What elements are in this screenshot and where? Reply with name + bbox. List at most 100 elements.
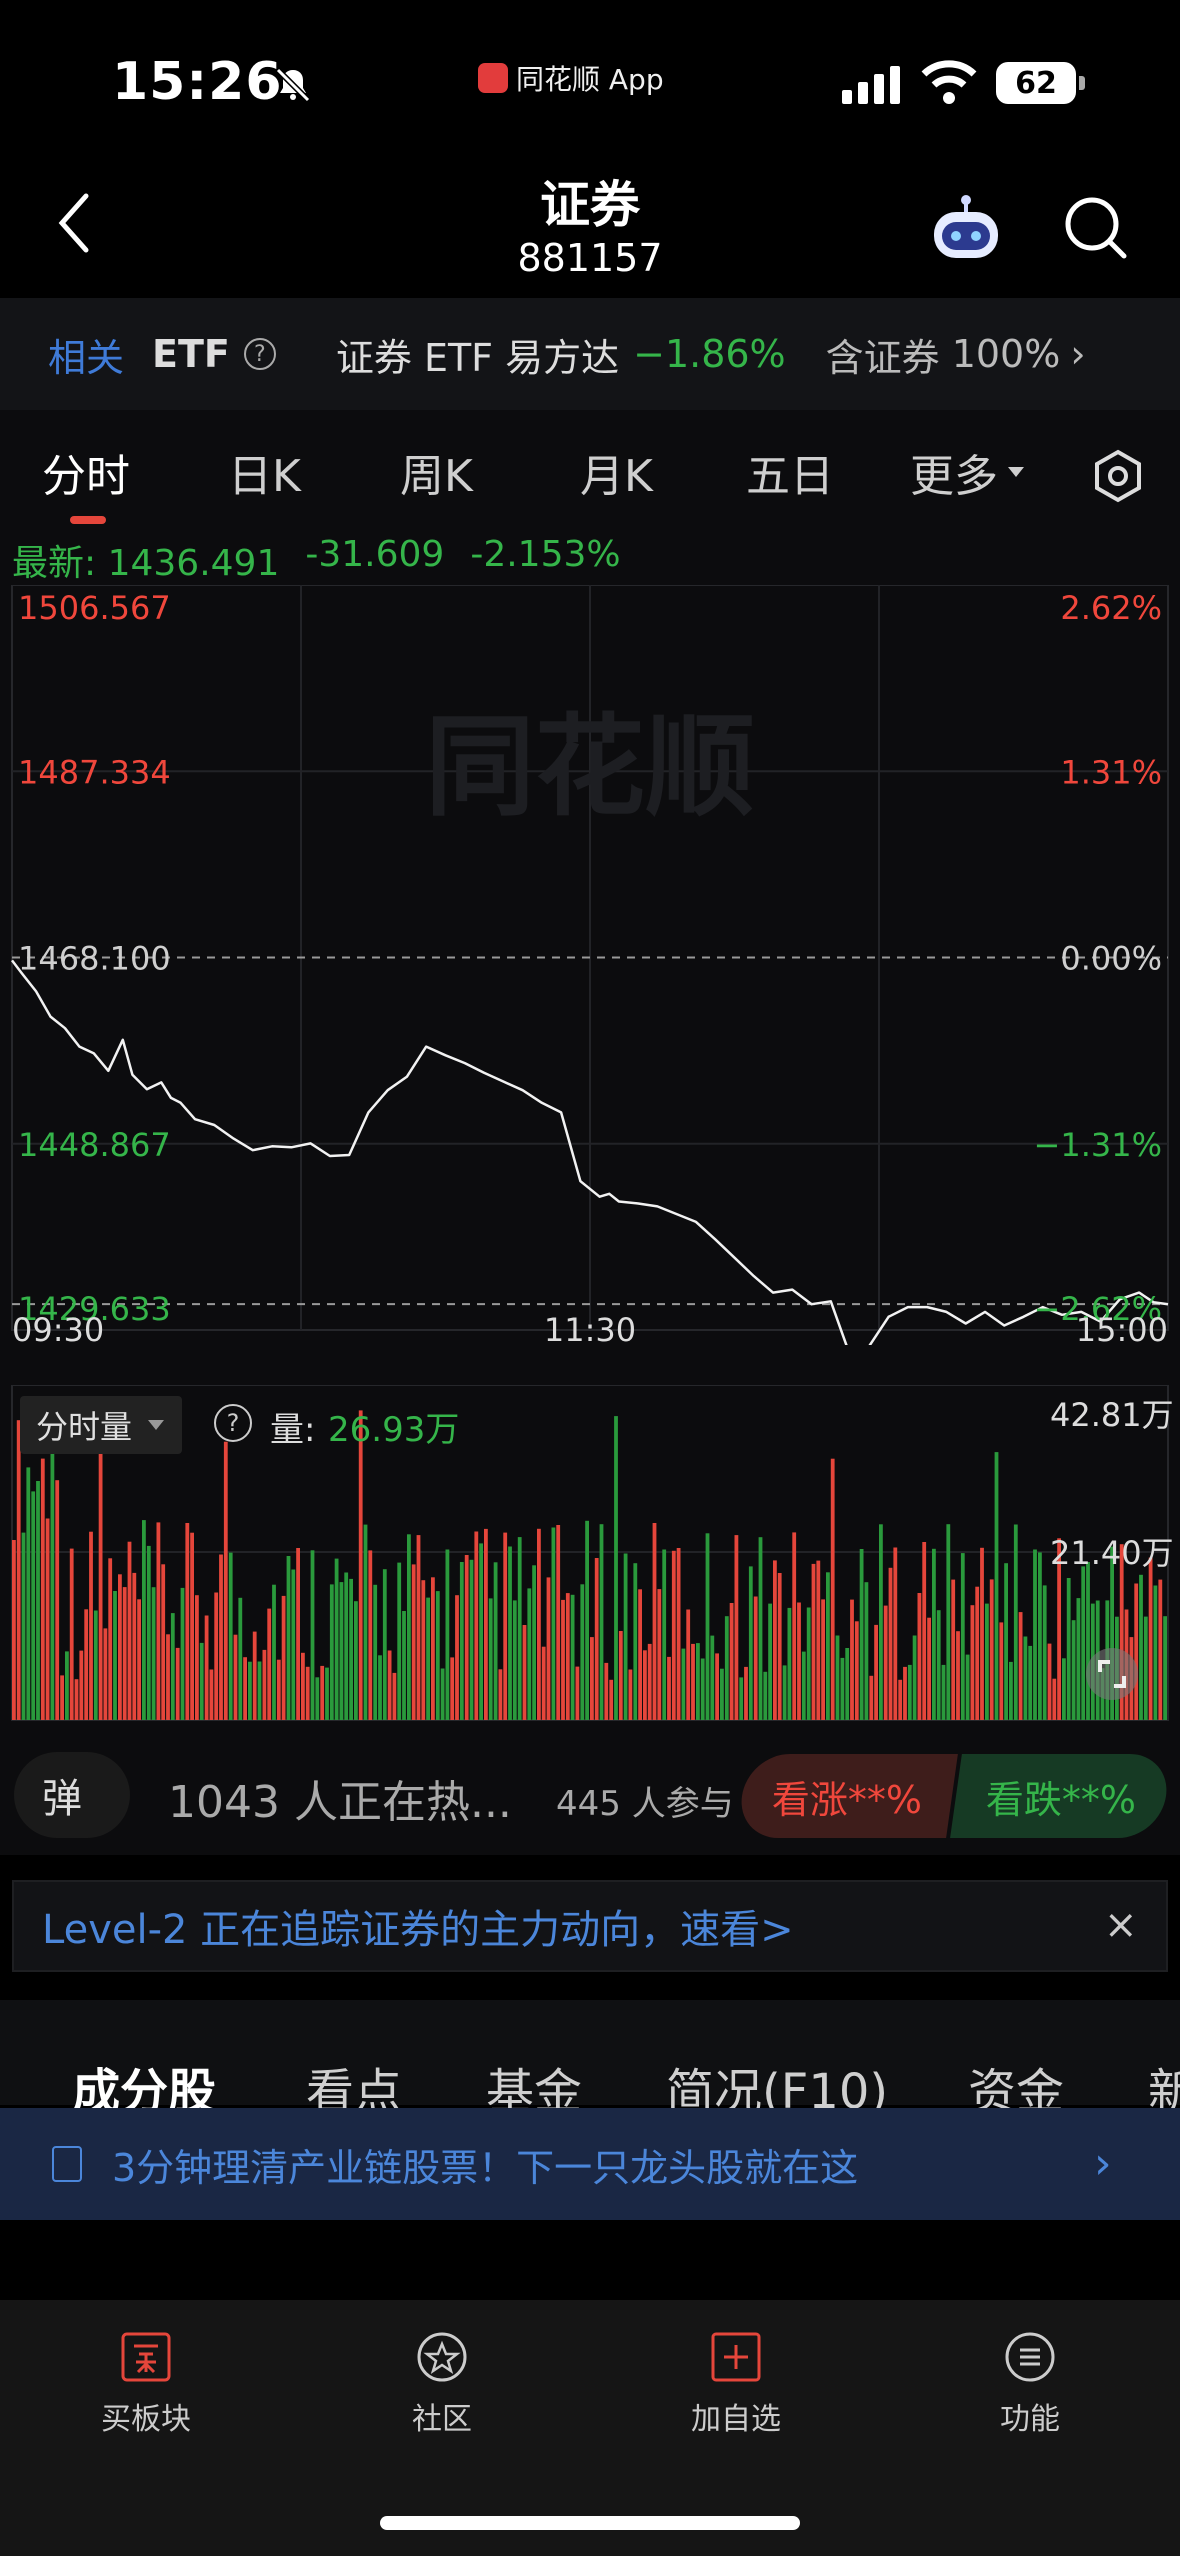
volume-bar <box>859 1549 864 1720</box>
volume-bar <box>127 1541 132 1720</box>
volume-value: 26.93万 <box>328 1410 460 1450</box>
level2-text: Level-2 正在追踪证券的主力动向，速看> <box>42 1907 794 1953</box>
industry-chain-banner[interactable]: 3分钟理清产业链股票！下一只龙头股就在这 <box>0 2108 1180 2220</box>
latest-label: 最新: <box>12 543 97 584</box>
community-button[interactable]: 社区 <box>372 2330 512 2438</box>
volume-bar <box>826 1572 830 1720</box>
danmu-toggle-button[interactable]: 弹 <box>14 1752 130 1838</box>
volume-bar <box>1018 1612 1023 1720</box>
level2-promo[interactable]: Level-2 正在追踪证券的主力动向，速看> <box>12 1880 1168 1972</box>
volume-bar <box>835 1635 840 1720</box>
related-etf-bar[interactable]: 相关 ETF ? 证券 ETF 易方达 −1.86% 含证券 100% › <box>0 298 1180 410</box>
volume-bar <box>1052 1678 1057 1720</box>
chevron-right-icon: › <box>1094 2138 1112 2189</box>
volume-bar <box>339 1582 344 1720</box>
volume-bar <box>517 1537 522 1720</box>
volume-bar <box>1134 1583 1139 1720</box>
volume-bar <box>435 1591 440 1720</box>
tab-daily-k[interactable]: 日K <box>228 440 301 504</box>
volume-bar <box>50 1452 55 1720</box>
buy-sector-button[interactable]: 买板块 <box>76 2330 216 2438</box>
volume-bar <box>936 1610 941 1720</box>
volume-bar <box>927 1617 931 1720</box>
volume-bar <box>373 1584 378 1720</box>
volume-bar <box>551 1527 556 1720</box>
volume-bar <box>777 1573 782 1720</box>
volume-bar <box>570 1594 575 1720</box>
volume-bar <box>941 1664 946 1720</box>
add-watchlist-button[interactable]: 加自选 <box>666 2330 806 2438</box>
volume-bar <box>604 1662 609 1720</box>
volume-bar <box>758 1537 763 1720</box>
volume-bar <box>31 1491 36 1720</box>
volume-bar <box>426 1597 430 1720</box>
buy-sector-label: 买板块 <box>101 2402 191 2437</box>
close-icon[interactable]: × <box>1104 1902 1138 1948</box>
tab-weekly-k[interactable]: 周K <box>400 440 473 504</box>
volume-bar <box>633 1563 638 1720</box>
volume-bar <box>1148 1557 1153 1720</box>
etf-help-icon[interactable]: ? <box>243 338 276 370</box>
volume-bar <box>773 1560 777 1720</box>
volume-bar <box>614 1416 618 1720</box>
volume-bar <box>479 1543 483 1720</box>
volume-bar <box>329 1584 334 1720</box>
volume-indicator-select[interactable]: 分时量 <box>20 1396 183 1454</box>
volume-bar <box>556 1525 561 1720</box>
volume-bar <box>956 1631 960 1720</box>
tab-more[interactable]: 更多 <box>910 440 1026 504</box>
volume-bar <box>1071 1620 1076 1720</box>
tab-intraday[interactable]: 分时 <box>42 440 130 504</box>
volume-bar <box>734 1535 739 1720</box>
fullscreen-expand-icon[interactable] <box>1086 1648 1138 1700</box>
volume-bar <box>421 1580 426 1720</box>
search-icon[interactable] <box>1062 194 1130 262</box>
y-tick-price: 1506.567 <box>18 589 171 627</box>
y-tick-pct: 1.31% <box>1060 753 1162 791</box>
volume-bar <box>705 1533 710 1720</box>
tab-monthly-k[interactable]: 月K <box>580 440 653 504</box>
vote-bullish-button[interactable]: 看涨**% <box>736 1754 958 1838</box>
battery-level: 62 <box>1015 65 1057 101</box>
ai-assistant-robot-icon[interactable] <box>928 190 1004 266</box>
volume-bar <box>493 1562 498 1720</box>
intraday-price-chart[interactable]: 同花顺 1506.567 2.62% 1487.334 1.31% 1468.100 0.… <box>0 585 1180 1345</box>
volume-bar <box>850 1599 854 1720</box>
tab-five-day[interactable]: 五日 <box>746 440 834 504</box>
volume-bar <box>1081 1566 1086 1720</box>
chart-settings-icon[interactable] <box>1090 448 1146 504</box>
return-to-app-label[interactable]: 同花顺 App <box>478 58 664 98</box>
x-tick-label: 11:30 <box>544 1311 636 1345</box>
functions-button[interactable]: 功能 <box>960 2330 1100 2438</box>
volume-bar <box>922 1542 927 1720</box>
volume-bar <box>484 1528 488 1720</box>
volume-help-icon[interactable]: ? <box>214 1404 252 1442</box>
volume-bar <box>590 1637 594 1720</box>
volume-bar <box>103 1628 108 1720</box>
volume-bar <box>720 1668 724 1720</box>
volume-bar <box>768 1603 772 1720</box>
volume-bar <box>806 1607 811 1720</box>
volume-bar <box>797 1602 801 1720</box>
hot-discussion-text[interactable]: 1043 人正在热... <box>168 1766 512 1830</box>
volume-bar <box>903 1666 907 1720</box>
volume-bar <box>686 1609 691 1720</box>
volume-bar <box>623 1553 628 1720</box>
vote-bearish-button[interactable]: 看跌**% <box>950 1754 1172 1838</box>
volume-bar <box>142 1520 146 1720</box>
volume-bar <box>1163 1616 1167 1720</box>
caret-down-icon <box>148 1420 165 1430</box>
volume-bar <box>1033 1549 1037 1720</box>
battery-tip <box>1079 76 1085 90</box>
volume-indicator-label: 分时量 <box>36 1408 133 1446</box>
volume-bar <box>166 1634 170 1720</box>
volume-bar <box>45 1518 50 1720</box>
functions-label: 功能 <box>1000 2402 1060 2437</box>
volume-bar <box>219 1554 223 1720</box>
volume-bar <box>970 1605 975 1720</box>
home-indicator[interactable] <box>380 2516 800 2530</box>
volume-bar <box>652 1523 657 1720</box>
volume-bar <box>960 1553 965 1720</box>
volume-bar <box>787 1607 792 1720</box>
volume-bar <box>724 1616 729 1720</box>
